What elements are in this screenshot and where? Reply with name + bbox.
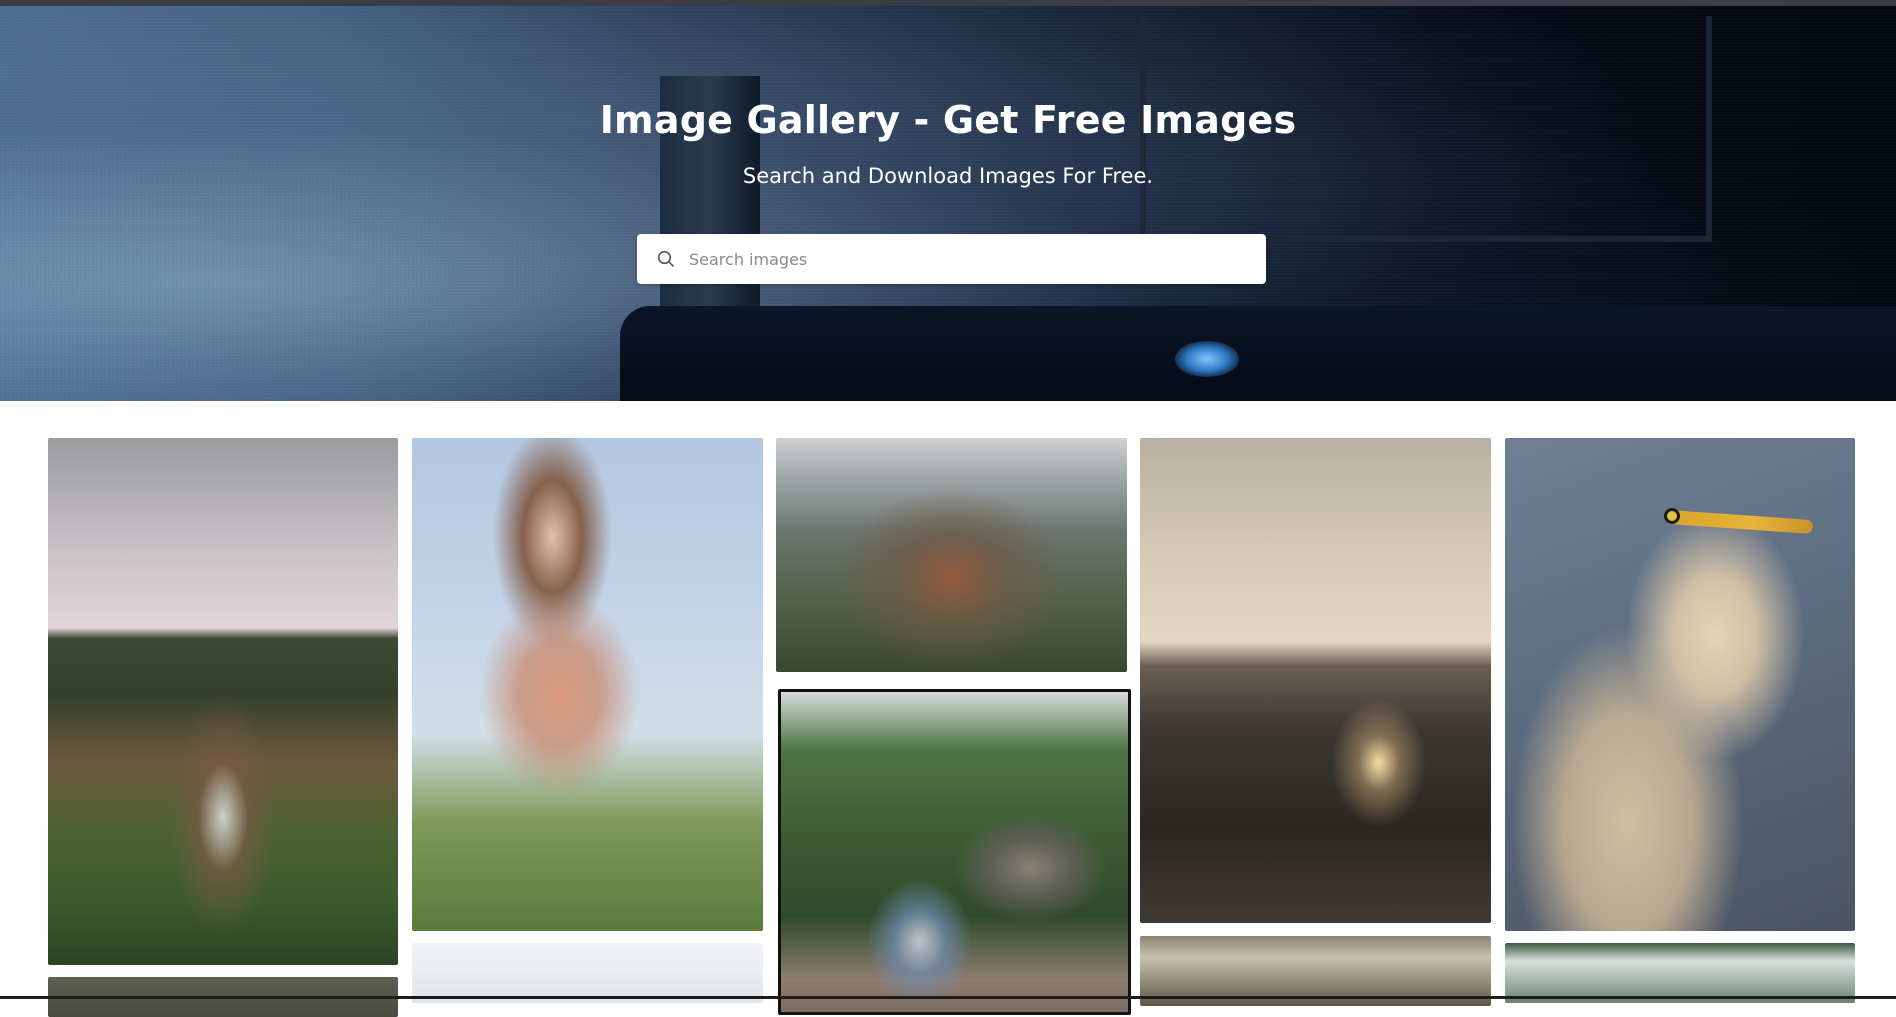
hero-banner: Image Gallery - Get Free Images Search a… [0,6,1896,401]
hero-background-machine [620,306,1896,401]
gallery-image[interactable] [1505,943,1855,1003]
search-box[interactable] [637,234,1266,284]
page-subtitle: Search and Download Images For Free. [742,164,1154,188]
gallery-image-boy[interactable] [778,689,1131,1015]
gallery-image[interactable] [412,943,763,1003]
hero-background-light [1175,341,1239,377]
gallery-image-birds[interactable] [1140,438,1491,923]
search-input[interactable] [689,239,1249,279]
gallery-image-couple[interactable] [48,438,398,965]
gallery-image-girl[interactable] [412,438,763,931]
gallery-image-mountain[interactable] [776,438,1127,672]
search-icon [655,248,677,270]
page-title: Image Gallery - Get Free Images [599,98,1297,142]
heron-eye-detail [1664,508,1680,524]
